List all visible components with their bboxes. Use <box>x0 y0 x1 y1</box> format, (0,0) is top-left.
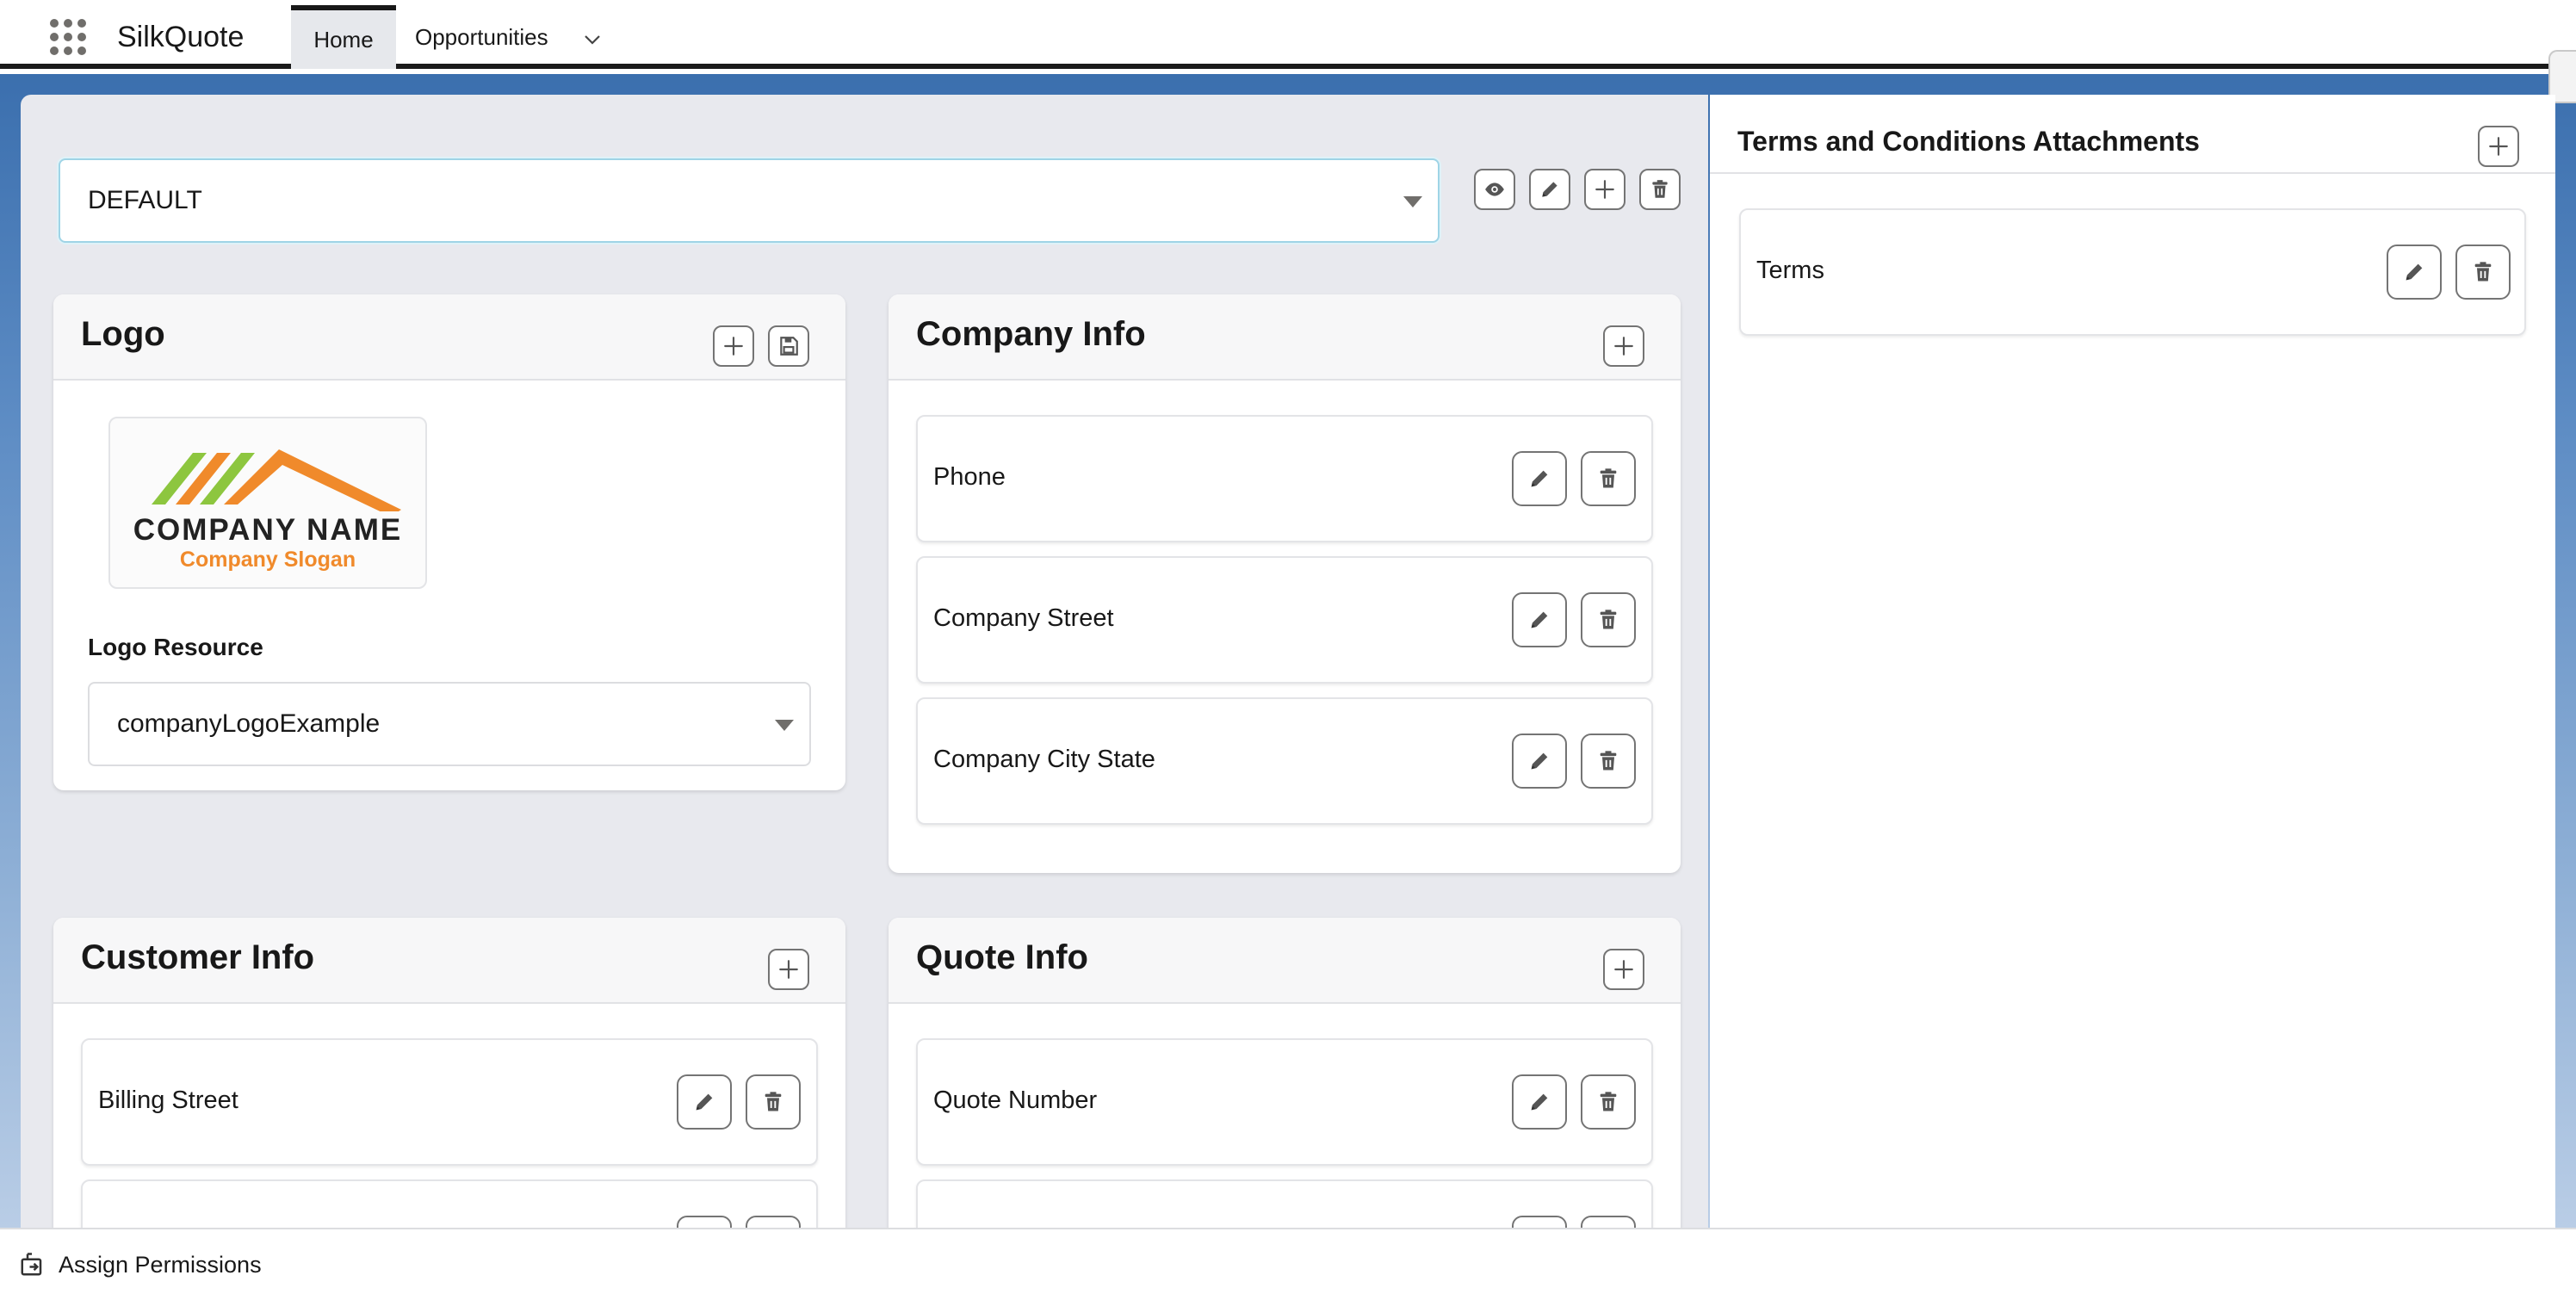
customer-info-card: Customer Info Billing Street <box>53 918 845 1245</box>
plus-icon <box>722 335 745 357</box>
delete-field-button[interactable] <box>746 1074 801 1130</box>
card-title: Quote Info <box>916 938 1088 976</box>
field-row-company-city-state: Company City State <box>916 697 1653 825</box>
terms-item-label: Terms <box>1756 257 1824 284</box>
logo-resource-value: companyLogoExample <box>117 709 381 738</box>
company-logo-graphic <box>152 449 401 511</box>
plus-icon <box>2487 135 2510 158</box>
divider <box>1710 172 2555 174</box>
trash-icon <box>1596 749 1620 773</box>
company-info-card: Company Info Phone Company Street Compan… <box>889 294 1681 873</box>
field-label: Phone <box>933 463 1006 491</box>
assign-permissions-icon[interactable] <box>19 1252 45 1278</box>
tab-opportunities[interactable]: Opportunities <box>415 24 548 51</box>
add-logo-button[interactable] <box>713 325 754 367</box>
trash-icon <box>761 1090 785 1114</box>
add-template-button[interactable] <box>1584 169 1625 210</box>
global-header: SilkQuote Home Opportunities <box>0 0 2576 69</box>
pencil-icon <box>692 1090 716 1114</box>
terms-panel: Terms and Conditions Attachments Terms <box>1710 95 2555 1228</box>
utility-bar: Assign Permissions <box>0 1228 2576 1300</box>
field-row-billing-street: Billing Street <box>81 1038 818 1166</box>
card-header: Customer Info <box>53 918 845 1004</box>
trash-icon <box>1596 1090 1620 1114</box>
tab-home[interactable]: Home <box>291 5 396 69</box>
edit-terms-button[interactable] <box>2387 245 2442 300</box>
app-name: SilkQuote <box>117 21 245 53</box>
edit-field-button[interactable] <box>1512 734 1567 789</box>
chevron-down-icon[interactable] <box>582 29 603 50</box>
pencil-icon <box>2402 260 2426 284</box>
add-company-field-button[interactable] <box>1603 325 1644 367</box>
plus-icon <box>1613 335 1635 357</box>
plus-icon <box>1613 958 1635 981</box>
field-label: Company City State <box>933 746 1155 773</box>
field-row-company-street: Company Street <box>916 556 1653 684</box>
card-title: Logo <box>81 315 165 353</box>
field-row-quote-number: Quote Number <box>916 1038 1653 1166</box>
delete-field-button[interactable] <box>1581 592 1636 647</box>
trash-icon <box>2471 260 2495 284</box>
trash-icon <box>1596 608 1620 632</box>
pencil-icon <box>1527 1090 1551 1114</box>
chevron-down-icon <box>775 720 794 731</box>
edit-field-button[interactable] <box>677 1074 732 1130</box>
logo-card: Logo COMPANY NAME Company Slogan Logo Re… <box>53 294 845 790</box>
pencil-icon <box>1527 467 1551 491</box>
edit-template-button[interactable] <box>1529 169 1570 210</box>
app-launcher-icon[interactable] <box>50 19 86 55</box>
quote-info-card: Quote Info Quote Number <box>889 918 1681 1245</box>
field-label: Quote Number <box>933 1086 1098 1114</box>
terms-item: Terms <box>1739 208 2526 336</box>
card-header: Quote Info <box>889 918 1681 1004</box>
logo-resource-select[interactable]: companyLogoExample <box>88 682 811 766</box>
preview-template-button[interactable] <box>1474 169 1515 210</box>
save-icon <box>777 335 800 357</box>
terms-title: Terms and Conditions Attachments <box>1737 126 2200 157</box>
card-header: Company Info <box>889 294 1681 381</box>
add-terms-button[interactable] <box>2478 126 2519 167</box>
template-select[interactable]: DEFAULT <box>59 158 1440 243</box>
eye-icon <box>1483 178 1506 201</box>
chevron-down-icon <box>1403 196 1422 207</box>
pencil-icon <box>1527 608 1551 632</box>
delete-field-button[interactable] <box>1581 451 1636 506</box>
plus-icon <box>777 958 800 981</box>
edit-field-button[interactable] <box>1512 451 1567 506</box>
trash-icon <box>1649 178 1671 201</box>
add-quote-field-button[interactable] <box>1603 949 1644 990</box>
trash-icon <box>1596 467 1620 491</box>
logo-resource-label: Logo Resource <box>88 634 263 660</box>
logo-slogan: Company Slogan <box>179 548 356 572</box>
assign-permissions-button[interactable]: Assign Permissions <box>59 1252 262 1278</box>
add-customer-field-button[interactable] <box>768 949 809 990</box>
card-title: Company Info <box>916 315 1146 353</box>
card-header: Logo <box>53 294 845 381</box>
card-title: Customer Info <box>81 938 315 976</box>
delete-template-button[interactable] <box>1639 169 1681 210</box>
logo-preview: COMPANY NAME Company Slogan <box>108 417 427 589</box>
edit-field-button[interactable] <box>1512 592 1567 647</box>
delete-field-button[interactable] <box>1581 1074 1636 1130</box>
plus-icon <box>1594 178 1616 201</box>
delete-field-button[interactable] <box>1581 734 1636 789</box>
field-row-phone: Phone <box>916 415 1653 542</box>
save-logo-button[interactable] <box>768 325 809 367</box>
pencil-icon <box>1527 749 1551 773</box>
logo-company-name: COMPANY NAME <box>133 513 403 547</box>
delete-terms-button[interactable] <box>2455 245 2511 300</box>
edit-field-button[interactable] <box>1512 1074 1567 1130</box>
field-label: Company Street <box>933 604 1114 632</box>
field-label: Billing Street <box>98 1086 238 1114</box>
pencil-icon <box>1539 178 1561 201</box>
template-select-value: DEFAULT <box>88 186 202 214</box>
